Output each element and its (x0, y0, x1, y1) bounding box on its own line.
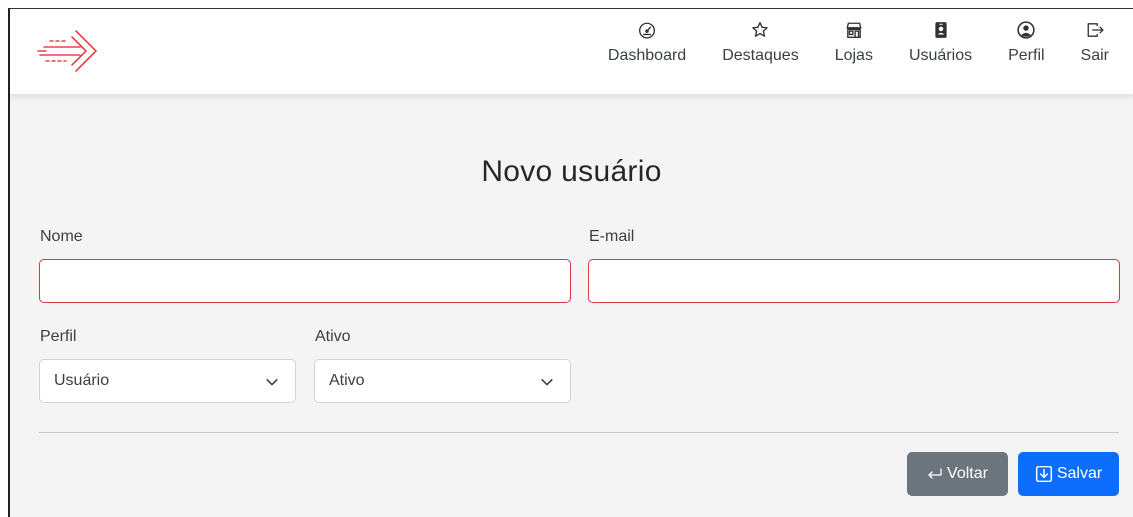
back-button[interactable]: Voltar (907, 452, 1008, 496)
profile-select-value: Usuário (54, 372, 110, 389)
nav-item-dashboard[interactable]: Dashboard (590, 21, 704, 67)
top-navbar: Dashboard Destaques Lojas Usuários Perfi… (10, 9, 1133, 94)
nav-item-perfil[interactable]: Perfil (990, 21, 1062, 67)
profile-label: Perfil (40, 328, 77, 345)
arrow-logo-icon[interactable] (36, 27, 100, 75)
nav-item-lojas[interactable]: Lojas (817, 21, 891, 67)
main-nav: Dashboard Destaques Lojas Usuários Perfi… (590, 21, 1109, 67)
email-input[interactable] (588, 259, 1120, 303)
chevron-down-icon (266, 379, 278, 386)
active-select[interactable]: Ativo (314, 359, 571, 403)
profile-select[interactable]: Usuário (39, 359, 296, 403)
chevron-down-icon (541, 379, 553, 386)
person-badge-icon (934, 22, 947, 38)
nav-label: Perfil (1008, 47, 1045, 64)
name-label: Nome (40, 228, 83, 245)
person-circle-icon (1017, 21, 1035, 39)
nav-label: Destaques (722, 47, 799, 64)
active-select-value: Ativo (329, 372, 365, 389)
save-button[interactable]: Salvar (1018, 452, 1119, 496)
box-arrow-right-icon (1087, 23, 1104, 37)
speedometer-icon (639, 22, 656, 39)
shop-icon (846, 22, 862, 38)
nav-item-sair[interactable]: Sair (1063, 21, 1109, 67)
nav-item-destaques[interactable]: Destaques (704, 21, 817, 67)
email-label: E-mail (589, 228, 635, 245)
nav-item-usuarios[interactable]: Usuários (891, 21, 990, 67)
nav-label: Dashboard (607, 47, 687, 64)
save-download-icon (1035, 465, 1052, 483)
return-arrow-icon (928, 468, 942, 479)
page-title: Novo usuário (481, 155, 662, 188)
app-window: Dashboard Destaques Lojas Usuários Perfi… (8, 8, 1133, 517)
save-button-label: Salvar (1056, 465, 1103, 482)
nav-label: Sair (1080, 47, 1109, 64)
name-input[interactable] (39, 259, 571, 303)
active-label: Ativo (315, 328, 351, 345)
nav-label: Usuários (908, 47, 973, 64)
nav-label: Lojas (834, 47, 873, 64)
form-divider (39, 432, 1119, 433)
star-icon (752, 22, 769, 37)
back-button-label: Voltar (947, 465, 988, 482)
